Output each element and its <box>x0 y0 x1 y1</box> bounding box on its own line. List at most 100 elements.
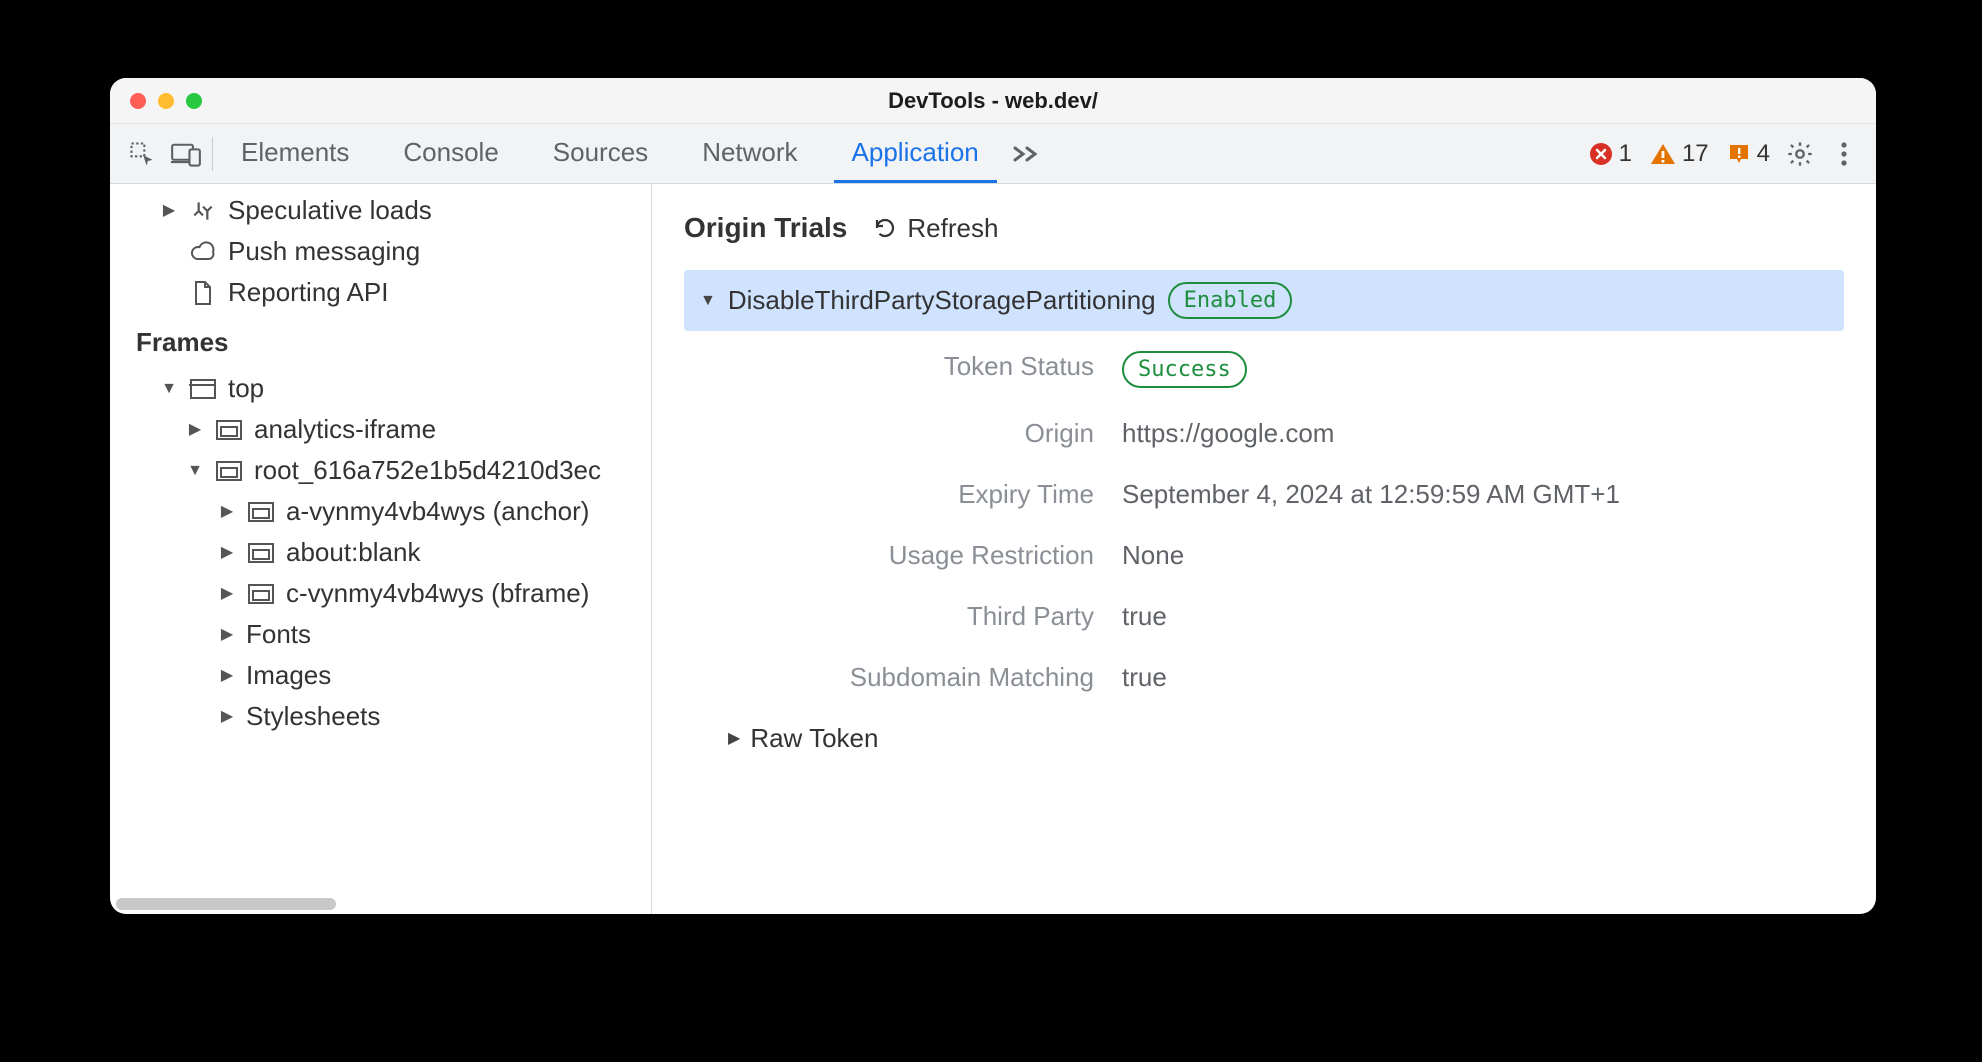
token-status-label: Token Status <box>754 351 1094 388</box>
gear-icon <box>1786 140 1814 168</box>
chevron-down-icon: ▼ <box>186 463 204 479</box>
iframe-icon <box>246 542 276 564</box>
usage-restriction-value: None <box>1122 540 1844 571</box>
toolbar: Elements Console Sources Network Applica… <box>110 124 1876 184</box>
subdomain-matching-value: true <box>1122 662 1844 693</box>
speculative-loads-icon <box>188 198 218 224</box>
chevron-right-icon: ▶ <box>218 586 236 602</box>
zoom-window-button[interactable] <box>186 93 202 109</box>
frame-top[interactable]: ▼ top <box>110 368 651 409</box>
status-pill: Enabled <box>1168 282 1293 319</box>
frame-about-blank[interactable]: ▶ about:blank <box>110 532 651 573</box>
frame-group-label: Stylesheets <box>246 701 380 732</box>
sidebar-item-push-messaging[interactable]: Push messaging <box>110 231 651 272</box>
sidebar-item-label: Speculative loads <box>228 195 432 226</box>
third-party-value: true <box>1122 601 1844 632</box>
main-header: Origin Trials Refresh <box>684 212 1844 244</box>
frames-heading: Frames <box>110 313 651 368</box>
warnings-counter[interactable]: 17 <box>1650 140 1709 168</box>
tab-sources[interactable]: Sources <box>535 124 666 183</box>
raw-token-row[interactable]: ▶ Raw Token <box>684 723 1844 754</box>
frame-label: top <box>228 373 264 404</box>
frame-group-images[interactable]: ▶ Images <box>110 655 651 696</box>
subdomain-matching-label: Subdomain Matching <box>754 662 1094 693</box>
kebab-icon <box>1832 140 1856 168</box>
main-panel: Origin Trials Refresh ▼ DisableThirdPart… <box>652 184 1876 914</box>
sidebar-item-speculative-loads[interactable]: ▶ Speculative loads <box>110 190 651 231</box>
toolbar-divider <box>212 137 213 171</box>
raw-token-label: Raw Token <box>750 723 878 754</box>
frame-label: about:blank <box>286 537 420 568</box>
trial-name: DisableThirdPartyStoragePartitioning <box>728 285 1156 316</box>
expiry-value: September 4, 2024 at 12:59:59 AM GMT+1 <box>1122 479 1844 510</box>
chevron-right-icon: ▶ <box>218 668 236 684</box>
frame-root-616a[interactable]: ▼ root_616a752e1b5d4210d3ec <box>110 450 651 491</box>
chevron-down-icon: ▼ <box>160 381 178 397</box>
chevron-right-icon: ▶ <box>218 709 236 725</box>
content-area: ▶ Speculative loads Push messaging Repor… <box>110 184 1876 914</box>
minimize-window-button[interactable] <box>158 93 174 109</box>
warnings-count: 17 <box>1682 140 1709 168</box>
refresh-icon <box>873 216 897 240</box>
sidebar-h-scrollbar[interactable] <box>116 898 336 910</box>
sidebar[interactable]: ▶ Speculative loads Push messaging Repor… <box>110 184 652 914</box>
chevron-right-icon: ▶ <box>218 545 236 561</box>
error-icon <box>1589 142 1613 166</box>
sidebar-item-reporting-api[interactable]: Reporting API <box>110 272 651 313</box>
issue-counter[interactable]: 4 <box>1727 140 1770 168</box>
token-status-value: Success <box>1122 351 1844 388</box>
section-title: Origin Trials <box>684 212 847 244</box>
iframe-icon <box>214 419 244 441</box>
settings-button[interactable] <box>1778 132 1822 176</box>
issues-bar: 1 17 4 <box>1589 140 1778 168</box>
refresh-button[interactable]: Refresh <box>873 213 998 244</box>
frame-label: root_616a752e1b5d4210d3ec <box>254 455 601 486</box>
chevron-right-icon: ▶ <box>186 422 204 438</box>
warning-icon <box>1650 142 1676 166</box>
tab-application[interactable]: Application <box>834 124 997 183</box>
close-window-button[interactable] <box>130 93 146 109</box>
file-icon <box>188 280 218 306</box>
frame-label: a-vynmy4vb4wys (anchor) <box>286 496 589 527</box>
tab-console[interactable]: Console <box>385 124 516 183</box>
more-options-button[interactable] <box>1822 132 1866 176</box>
frame-group-label: Fonts <box>246 619 311 650</box>
iframe-icon <box>214 460 244 482</box>
tab-elements[interactable]: Elements <box>223 124 367 183</box>
errors-count: 1 <box>1619 140 1632 168</box>
issues-count: 4 <box>1757 140 1770 168</box>
origin-label: Origin <box>754 418 1094 449</box>
frame-c-vynmy4vb4wys[interactable]: ▶ c-vynmy4vb4wys (bframe) <box>110 573 651 614</box>
devtools-window: DevTools - web.dev/ Elements Console Sou… <box>110 78 1876 914</box>
inspect-element-icon[interactable] <box>120 132 164 176</box>
frame-group-stylesheets[interactable]: ▶ Stylesheets <box>110 696 651 737</box>
origin-value: https://google.com <box>1122 418 1844 449</box>
cloud-icon <box>188 241 218 263</box>
chevron-right-icon: ▶ <box>218 504 236 520</box>
iframe-icon <box>246 501 276 523</box>
window-icon <box>188 378 218 400</box>
chevron-right-icon: ▶ <box>160 203 178 219</box>
panel-tabs: Elements Console Sources Network Applica… <box>223 124 997 183</box>
sidebar-item-label: Reporting API <box>228 277 388 308</box>
issue-flag-icon <box>1727 142 1751 166</box>
iframe-icon <box>246 583 276 605</box>
origin-trial-row[interactable]: ▼ DisableThirdPartyStoragePartitioning E… <box>684 270 1844 331</box>
frame-label: analytics-iframe <box>254 414 436 445</box>
chevron-right-icon: ▶ <box>728 731 740 747</box>
frame-a-vynmy4vb4wys[interactable]: ▶ a-vynmy4vb4wys (anchor) <box>110 491 651 532</box>
frame-group-label: Images <box>246 660 331 691</box>
window-title: DevTools - web.dev/ <box>110 88 1876 114</box>
refresh-label: Refresh <box>907 213 998 244</box>
device-toolbar-icon[interactable] <box>164 132 208 176</box>
usage-restriction-label: Usage Restriction <box>754 540 1094 571</box>
frame-group-fonts[interactable]: ▶ Fonts <box>110 614 651 655</box>
expiry-label: Expiry Time <box>754 479 1094 510</box>
more-tabs-button[interactable] <box>997 142 1055 166</box>
frame-label: c-vynmy4vb4wys (bframe) <box>286 578 589 609</box>
titlebar: DevTools - web.dev/ <box>110 78 1876 124</box>
third-party-label: Third Party <box>754 601 1094 632</box>
errors-counter[interactable]: 1 <box>1589 140 1632 168</box>
tab-network[interactable]: Network <box>684 124 815 183</box>
frame-analytics-iframe[interactable]: ▶ analytics-iframe <box>110 409 651 450</box>
